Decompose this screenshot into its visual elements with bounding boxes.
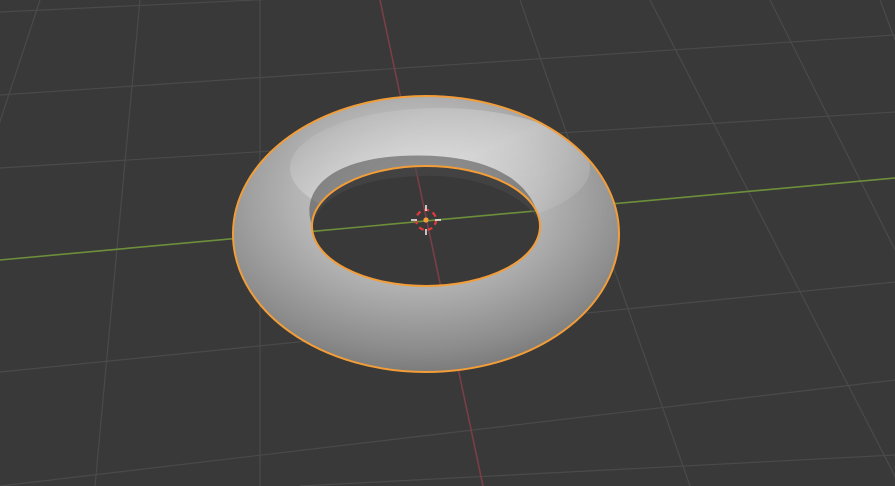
3d-viewport[interactable] (0, 0, 895, 486)
viewport-scene[interactable] (0, 0, 895, 486)
object-origin-icon (423, 217, 429, 223)
